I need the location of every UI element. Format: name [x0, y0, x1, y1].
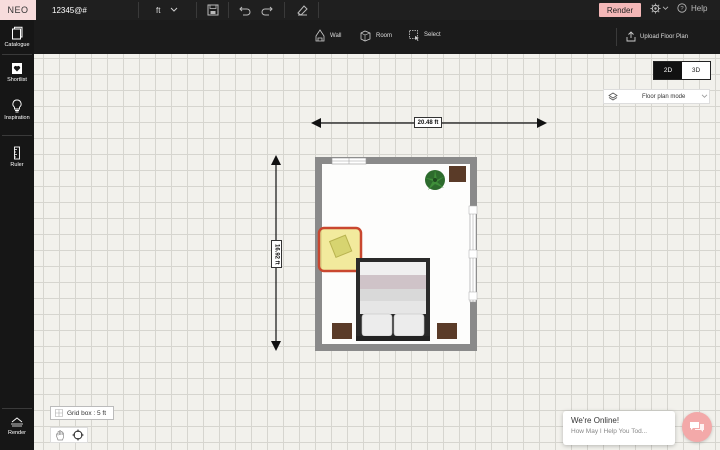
chat-popup[interactable]: We're Online! How May I Help You Tod...: [563, 411, 675, 445]
layers-icon: [608, 92, 618, 100]
chat-subtitle: How May I Help You Tod...: [571, 428, 648, 435]
app-logo: NEO: [0, 0, 36, 20]
wall-label: Wall: [330, 33, 342, 39]
upload-icon: [626, 31, 636, 42]
height-dimension-text: 16.92 ft: [273, 243, 280, 265]
chevron-down-icon: [662, 6, 669, 10]
height-dimension-label[interactable]: 16.92 ft: [271, 240, 282, 268]
upload-floor-plan-button[interactable]: Upload Floor Plan: [626, 31, 688, 42]
undo-icon[interactable]: [238, 3, 252, 17]
sidebar-render-label: Render: [7, 430, 27, 436]
chevron-down-icon: [171, 7, 178, 12]
width-dimension-label[interactable]: 20.48 ft: [414, 117, 442, 128]
project-name[interactable]: 12345@#: [52, 6, 87, 15]
chat-icon: [690, 422, 704, 432]
render-button[interactable]: Render: [599, 3, 641, 17]
divider: [138, 2, 139, 18]
help-label: Help: [691, 3, 708, 13]
help-icon: ?: [677, 3, 687, 13]
gear-icon: [650, 3, 661, 14]
divider: [616, 28, 617, 46]
divider: [228, 2, 229, 18]
chat-title: We're Online!: [571, 416, 620, 425]
sidebar-item-label: Catalogue: [4, 42, 30, 48]
sidebar-item-catalogue[interactable]: Catalogue: [0, 26, 34, 48]
redo-icon[interactable]: [260, 3, 274, 17]
room-label: Room: [376, 32, 393, 39]
upload-label: Upload Floor Plan: [640, 33, 689, 40]
crosshair-icon[interactable]: [72, 429, 84, 441]
sidebar-item-ruler[interactable]: Ruler: [0, 146, 34, 168]
sidebar-item-label: Ruler: [10, 162, 24, 168]
divider: [2, 54, 32, 55]
catalogue-icon: [12, 26, 23, 40]
view-toggle: 2D 3D: [653, 61, 711, 80]
mode-value: Floor plan mode: [642, 93, 686, 100]
view-3d-button[interactable]: 3D: [682, 62, 710, 79]
select-tool[interactable]: Select: [408, 29, 441, 41]
grid-icon: [55, 409, 63, 417]
svg-text:?: ?: [680, 6, 684, 12]
settings-menu[interactable]: [650, 3, 669, 14]
wall-icon: [315, 29, 325, 42]
grid-box-label: Grid box : 5 ft: [67, 409, 107, 417]
floor-plan-mode-select[interactable]: Floor plan mode: [603, 89, 710, 104]
view-2d-button[interactable]: 2D: [654, 62, 682, 79]
room-icon: [360, 30, 371, 42]
select-icon: [409, 30, 419, 41]
lightbulb-icon: [12, 99, 22, 113]
app-root: NEO 12345@# ft Render ? Help Wall Room S…: [0, 0, 720, 450]
sidebar-render-button[interactable]: Render: [0, 416, 34, 436]
unit-value: ft: [156, 5, 161, 15]
sidebar-item-label: Inspiration: [4, 115, 30, 121]
sidebar-item-label: Shortlist: [7, 77, 27, 83]
divider: [2, 408, 32, 409]
save-icon[interactable]: [206, 3, 220, 17]
divider: [196, 2, 197, 18]
grid-box-info: Grid box : 5 ft: [50, 406, 114, 420]
select-label: Select: [424, 32, 441, 38]
heart-icon: [12, 63, 22, 74]
canvas-tools: [50, 427, 88, 443]
chat-button[interactable]: [682, 412, 712, 442]
help-button[interactable]: ? Help: [677, 3, 707, 13]
divider: [2, 135, 32, 136]
divider: [318, 2, 319, 18]
wall-tool[interactable]: Wall: [314, 29, 341, 43]
sidebar-item-shortlist[interactable]: Shortlist: [0, 62, 34, 83]
unit-select[interactable]: ft: [150, 3, 190, 17]
eraser-icon[interactable]: [295, 3, 309, 17]
drawing-toolbar: Wall Room Select Upload Floor Plan: [0, 20, 720, 54]
floor-plan-canvas[interactable]: [34, 54, 720, 450]
render-icon: [11, 417, 23, 427]
top-bar: NEO 12345@# ft Render ? Help: [0, 0, 720, 20]
divider: [284, 2, 285, 18]
left-sidebar: Catalogue Shortlist Inspiration Ruler Re…: [0, 20, 34, 450]
sidebar-item-inspiration[interactable]: Inspiration: [0, 99, 34, 121]
hand-pan-icon[interactable]: [55, 429, 65, 441]
room-tool[interactable]: Room: [359, 29, 392, 42]
ruler-icon: [14, 146, 20, 160]
chevron-down-icon: [702, 94, 708, 98]
